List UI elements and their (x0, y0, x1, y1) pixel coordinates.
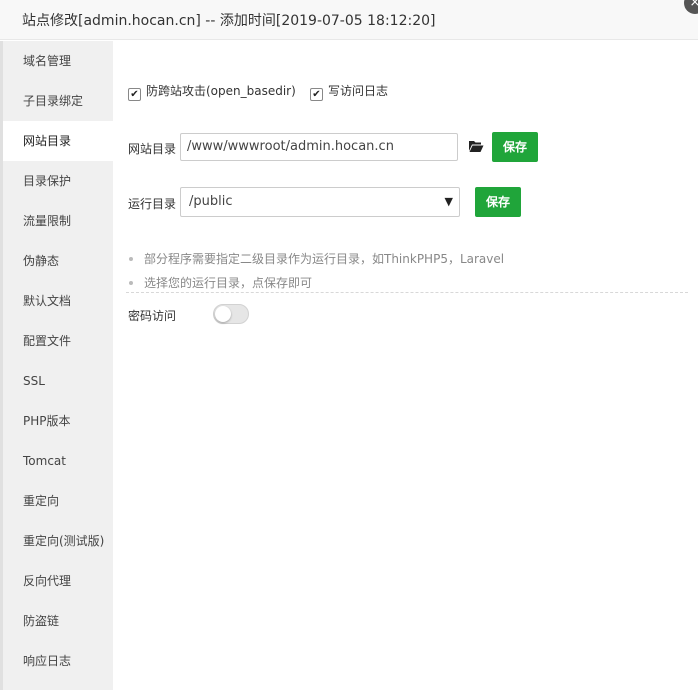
sidebar-item-domain[interactable]: 域名管理 (0, 41, 113, 81)
site-dir-input[interactable]: /www/wwwroot/admin.hocan.cn (180, 133, 458, 161)
sidebar-item-response-log[interactable]: 响应日志 (0, 641, 113, 681)
password-access-toggle[interactable] (213, 304, 249, 324)
bullet-icon (129, 281, 133, 285)
save-site-dir-button[interactable]: 保存 (492, 132, 538, 162)
sidebar-item-redirect-beta[interactable]: 重定向(测试版) (0, 521, 113, 561)
anti-cross-site-label: 防跨站攻击(open_basedir) (146, 84, 296, 98)
dialog-title: 站点修改[admin.hocan.cn] -- 添加时间[2019-07-05 … (22, 13, 436, 29)
save-run-dir-button[interactable]: 保存 (475, 187, 521, 217)
access-log-checkbox[interactable]: ✔ 写访问日志 (310, 82, 388, 101)
sidebar-item-ssl[interactable]: SSL (0, 361, 113, 401)
access-log-label: 写访问日志 (328, 84, 389, 98)
title-bar: 站点修改[admin.hocan.cn] -- 添加时间[2019-07-05 … (0, 0, 698, 40)
site-directory-panel: ✔ 防跨站攻击(open_basedir) ✔ 写访问日志 网站目录 /www/ww… (113, 41, 698, 690)
toggle-knob (215, 306, 231, 322)
sidebar-item-traffic-limit[interactable]: 流量限制 (0, 201, 113, 241)
sidebar-item-default-doc[interactable]: 默认文档 (0, 281, 113, 321)
bullet-icon (129, 257, 133, 261)
folder-open-icon[interactable] (468, 139, 484, 153)
check-icon: ✔ (310, 88, 323, 101)
run-dir-selected-value: /public (189, 194, 233, 209)
sidebar-item-subdir-binding[interactable]: 子目录绑定 (0, 81, 113, 121)
sidebar-item-hotlink[interactable]: 防盗链 (0, 601, 113, 641)
tip-text: 选择您的运行目录，点保存即可 (144, 276, 313, 290)
password-access-label: 密码访问 (128, 309, 177, 323)
run-dir-select[interactable]: /public ▼ (180, 187, 460, 217)
sidebar-item-rewrite[interactable]: 伪静态 (0, 241, 113, 281)
left-edge-strip (0, 41, 3, 690)
sidebar-item-config-file[interactable]: 配置文件 (0, 321, 113, 361)
sidebar-item-php-version[interactable]: PHP版本 (0, 401, 113, 441)
sidebar-item-dir-protection[interactable]: 目录保护 (0, 161, 113, 201)
tip-text: 部分程序需要指定二级目录作为运行目录，如ThinkPHP5，Laravel (144, 252, 505, 266)
site-modify-dialog: 站点修改[admin.hocan.cn] -- 添加时间[2019-07-05 … (0, 0, 698, 690)
chevron-down-icon: ▼ (444, 195, 453, 208)
run-dir-label: 运行目录 (128, 197, 177, 211)
divider (126, 292, 688, 293)
site-dir-label: 网站目录 (128, 142, 177, 156)
list-item: 部分程序需要指定二级目录作为运行目录，如ThinkPHP5，Laravel (129, 247, 504, 271)
check-icon: ✔ (128, 88, 141, 101)
sidebar-item-site-directory[interactable]: 网站目录 (0, 121, 113, 161)
sidebar-item-tomcat[interactable]: Tomcat (0, 441, 113, 481)
sidebar: 域名管理 子目录绑定 网站目录 目录保护 流量限制 伪静态 默认文档 配置文件 … (0, 41, 113, 690)
anti-cross-site-checkbox[interactable]: ✔ 防跨站攻击(open_basedir) (128, 82, 296, 101)
sidebar-item-redirect[interactable]: 重定向 (0, 481, 113, 521)
tips-list: 部分程序需要指定二级目录作为运行目录，如ThinkPHP5，Laravel 选择… (129, 247, 504, 295)
sidebar-item-reverse-proxy[interactable]: 反向代理 (0, 561, 113, 601)
